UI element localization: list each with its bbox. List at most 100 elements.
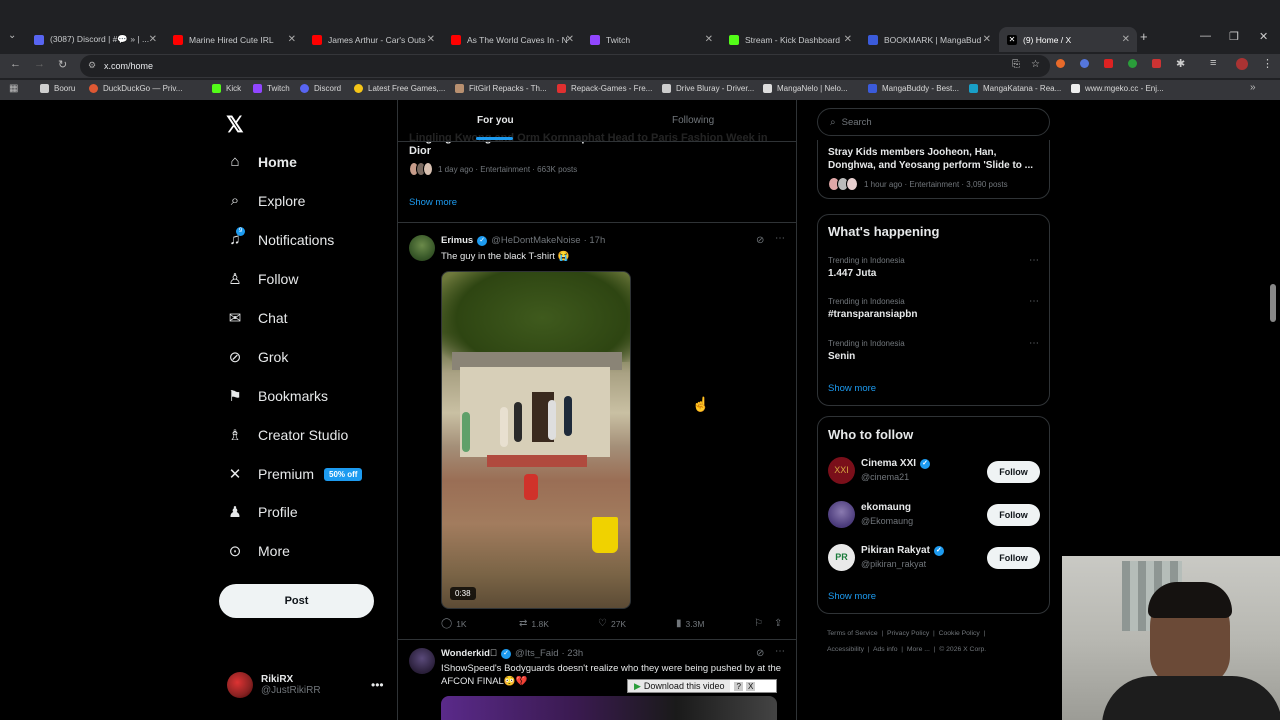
- bookmark-item[interactable]: www.mgeko.cc - Enj...: [1071, 84, 1164, 93]
- browser-tab[interactable]: Stream - Kick Dashboard ✕: [721, 27, 859, 52]
- nav-follow[interactable]: ♙ Follow: [226, 270, 298, 288]
- footer-link[interactable]: Ads info: [873, 646, 898, 653]
- tweet-author-name[interactable]: Wonderkid🏽: [441, 648, 497, 659]
- tweet-video[interactable]: 0:38: [441, 271, 631, 609]
- reply-button[interactable]: ◯ 1K: [441, 618, 467, 629]
- tab-close-icon[interactable]: ✕: [1122, 34, 1130, 45]
- tab-for-you[interactable]: For you: [477, 115, 514, 126]
- show-more-link[interactable]: Show more: [409, 197, 457, 208]
- tweet-author-handle[interactable]: @HeDontMakeNoise: [491, 235, 580, 246]
- browser-tab[interactable]: As The World Caves In - N ✕: [443, 27, 581, 52]
- extension-icon[interactable]: [1080, 59, 1089, 68]
- account-switcher[interactable]: RikiRX @JustRikiRR •••: [227, 672, 384, 698]
- more-dots-icon[interactable]: ⋯: [1029, 296, 1039, 307]
- page-scrollbar[interactable]: [1270, 284, 1276, 322]
- views-button[interactable]: ▮ 3.3M: [676, 618, 704, 629]
- nav-explore[interactable]: ⌕ Explore: [226, 192, 306, 209]
- avatar[interactable]: PR: [828, 544, 855, 571]
- nav-grok[interactable]: ⊘ Grok: [226, 348, 289, 366]
- avatar[interactable]: [409, 235, 435, 261]
- tab-close-icon[interactable]: ✕: [844, 34, 852, 45]
- browser-tab-active[interactable]: ✕ (9) Home / X ✕: [999, 27, 1137, 52]
- tweet-author-name[interactable]: Erimus: [441, 235, 473, 246]
- bookmark-item[interactable]: Drive Bluray - Driver...: [662, 84, 754, 93]
- extension-icon[interactable]: [1152, 59, 1161, 68]
- bookmark-item[interactable]: Kick: [212, 84, 241, 93]
- new-tab-icon[interactable]: +: [1140, 29, 1148, 44]
- bookmarks-overflow-icon[interactable]: »: [1250, 82, 1256, 93]
- trend-name[interactable]: 1.447 Juta: [828, 268, 876, 279]
- minimize-icon[interactable]: —: [1200, 30, 1211, 42]
- avatar[interactable]: XXI: [828, 457, 855, 484]
- bookmark-button[interactable]: ⚐: [754, 618, 767, 629]
- tweet-timestamp[interactable]: · 17h: [584, 235, 606, 246]
- nav-premium[interactable]: ✕ Premium 50% off: [226, 465, 363, 483]
- avatar[interactable]: [409, 648, 435, 674]
- apps-grid-icon[interactable]: ▦: [9, 83, 18, 94]
- nav-chat[interactable]: ✉ Chat: [226, 309, 288, 327]
- tab-close-icon[interactable]: ✕: [983, 34, 991, 45]
- tab-following[interactable]: Following: [672, 115, 714, 126]
- more-dots-icon[interactable]: •••: [371, 678, 384, 692]
- menu-kebab-icon[interactable]: ⋮: [1262, 57, 1273, 70]
- follow-button[interactable]: Follow: [987, 504, 1040, 526]
- install-icon[interactable]: ⎘: [1012, 59, 1020, 70]
- tab-close-icon[interactable]: ✕: [705, 34, 713, 45]
- extension-icon[interactable]: [1056, 59, 1065, 68]
- footer-link[interactable]: Cookie Policy: [939, 630, 980, 637]
- follow-button[interactable]: Follow: [987, 461, 1040, 483]
- reading-list-icon[interactable]: ≡: [1210, 57, 1216, 69]
- footer-link[interactable]: Terms of Service: [827, 630, 878, 637]
- grok-explain-icon[interactable]: ⊘: [756, 235, 764, 246]
- download-video-button[interactable]: ▶ Download this video: [628, 680, 731, 692]
- tweet-timestamp[interactable]: · 23h: [561, 648, 583, 659]
- trend-name[interactable]: #transparansiapbn: [828, 309, 917, 320]
- browser-tab[interactable]: (3087) Discord | #💬 » | ... ✕: [26, 27, 164, 52]
- bookmark-item[interactable]: MangaKatana - Rea...: [969, 84, 1061, 93]
- bookmark-item[interactable]: FitGirl Repacks - Th...: [455, 84, 547, 93]
- back-icon[interactable]: ←: [10, 58, 21, 70]
- address-bar[interactable]: ⚙ x.com/home ⎘ ☆: [80, 55, 1050, 77]
- footer-link[interactable]: More ...: [907, 646, 930, 653]
- tab-close-icon[interactable]: ✕: [149, 34, 157, 45]
- browser-tab[interactable]: BOOKMARK | MangaBud ✕: [860, 27, 998, 52]
- download-help-icon[interactable]: ?: [734, 681, 743, 691]
- tab-close-icon[interactable]: ✕: [566, 34, 574, 45]
- browser-tab[interactable]: Marine Hired Cute IRL ✕: [165, 27, 303, 52]
- download-close-icon[interactable]: X: [745, 681, 756, 691]
- bookmark-item[interactable]: Twitch: [253, 84, 290, 93]
- avatar[interactable]: [828, 501, 855, 528]
- download-video-overlay[interactable]: ▶ Download this video ? X: [627, 679, 777, 693]
- browser-tab[interactable]: James Arthur - Car's Outs ✕: [304, 27, 442, 52]
- bookmark-item[interactable]: Latest Free Games,...: [354, 84, 445, 93]
- extensions-puzzle-icon[interactable]: ✱: [1176, 57, 1185, 70]
- footer-link[interactable]: Accessibility: [827, 646, 864, 653]
- trend-card[interactable]: Stray Kids members Jooheon, Han, Donghwa…: [817, 140, 1050, 199]
- star-icon[interactable]: ☆: [1031, 59, 1040, 70]
- site-info-icon[interactable]: ⚙: [88, 60, 96, 71]
- nav-home[interactable]: ⌂ Home: [226, 153, 296, 170]
- suggestion-name[interactable]: Pikiran Rakyat ✓: [861, 545, 944, 556]
- grok-explain-icon[interactable]: ⊘: [756, 648, 764, 659]
- tweet-media[interactable]: [441, 696, 777, 720]
- extension-icon[interactable]: [1104, 59, 1113, 68]
- bookmark-item[interactable]: Repack-Games - Fre...: [557, 84, 652, 93]
- nav-creator-studio[interactable]: ♗ Creator Studio: [226, 426, 348, 444]
- bookmark-item[interactable]: DuckDuckGo — Priv...: [89, 84, 182, 93]
- footer-link[interactable]: Privacy Policy: [887, 630, 929, 637]
- show-more-link[interactable]: Show more: [828, 591, 876, 602]
- x-logo-icon[interactable]: 𝕏: [226, 112, 244, 138]
- trend-name[interactable]: Senin: [828, 351, 855, 362]
- bookmark-item[interactable]: Booru: [40, 84, 75, 93]
- extension-icon[interactable]: [1128, 59, 1137, 68]
- more-dots-icon[interactable]: ⋯: [1029, 338, 1039, 349]
- more-dots-icon[interactable]: ⋯: [775, 233, 785, 244]
- nav-more[interactable]: ⊙ More: [226, 542, 290, 560]
- bookmark-item[interactable]: Discord: [300, 84, 341, 93]
- tab-search-icon[interactable]: ⌄: [8, 30, 16, 41]
- bookmark-item[interactable]: MangaNelo | Nelo...: [763, 84, 848, 93]
- post-button[interactable]: Post: [219, 584, 374, 618]
- suggestion-name[interactable]: Cinema XXI ✓: [861, 458, 931, 469]
- more-dots-icon[interactable]: ⋯: [1029, 255, 1039, 266]
- search-input[interactable]: ⌕ Search: [817, 108, 1050, 136]
